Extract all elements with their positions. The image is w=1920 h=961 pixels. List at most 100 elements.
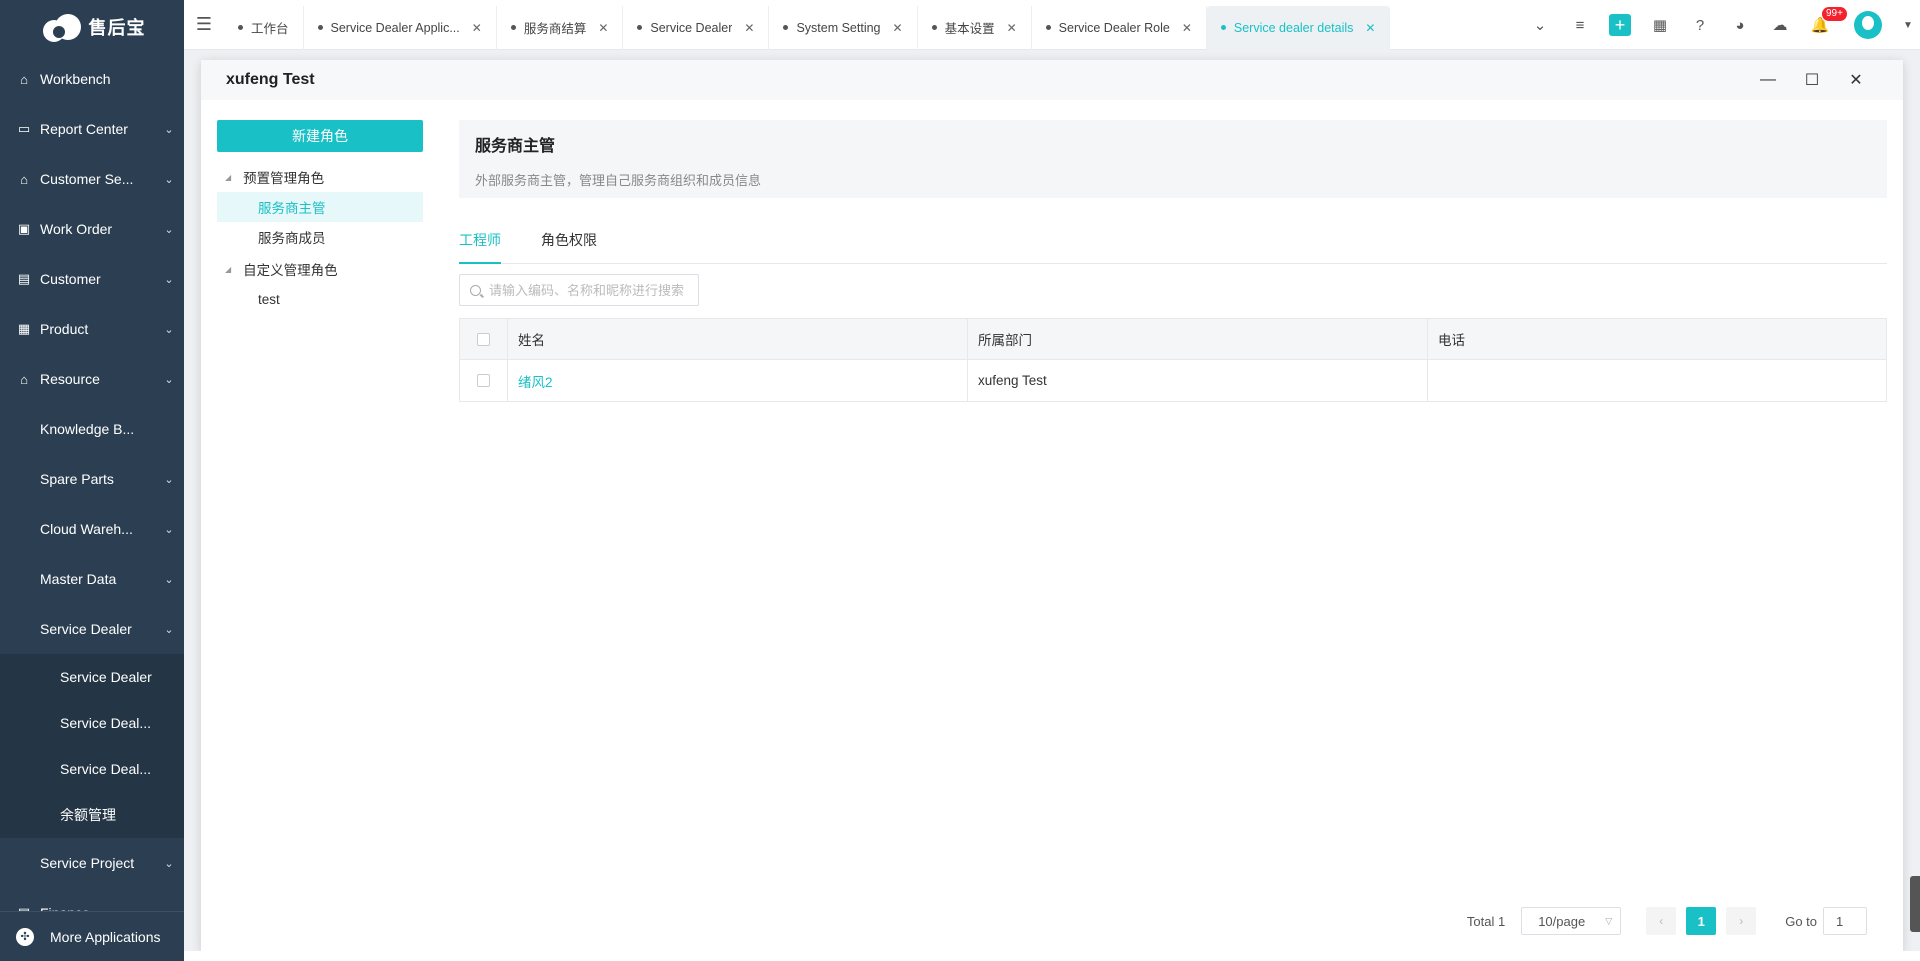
calendar-icon[interactable]: ▦ <box>1640 0 1680 50</box>
sidebar-item[interactable]: ▦ Product ⌄ <box>0 304 184 354</box>
sidebar-item-label: 余额管理 <box>60 807 116 823</box>
notification-bell-icon[interactable]: 🔔 99+ <box>1800 0 1847 50</box>
prev-page-button[interactable]: ‹ <box>1646 907 1677 935</box>
column-header-name: 姓名 <box>508 319 968 359</box>
sidebar-item[interactable]: ⌂ Resource ⌄ <box>0 354 184 404</box>
role-tab[interactable]: 角色权限 <box>541 220 597 263</box>
sidebar-item[interactable]: ▤ Customer ⌄ <box>0 254 184 304</box>
quick-create-button[interactable]: + <box>1600 0 1640 50</box>
tab-dot-icon <box>238 25 243 30</box>
product-box-icon: ▦ <box>17 321 31 336</box>
sidebar-item[interactable]: Spare Parts ⌄ <box>0 454 184 504</box>
sidebar-item[interactable]: Knowledge B... <box>0 404 184 454</box>
side-drawer-handle[interactable] <box>1910 876 1920 932</box>
more-applications-label: More Applications <box>50 928 161 945</box>
role-tabs: 工程师 角色权限 <box>459 220 1887 264</box>
next-page-button[interactable]: › <box>1726 907 1757 935</box>
clipboard-icon: ▣ <box>17 221 31 236</box>
sidebar-item[interactable]: Service Deal... <box>0 700 184 746</box>
page-number-button[interactable]: 1 <box>1686 907 1717 935</box>
sidebar-item-label: Resource <box>40 371 100 387</box>
page-tab[interactable]: 基本设置 ✕ <box>918 5 1032 50</box>
chevron-down-icon: ⌄ <box>164 373 174 386</box>
tab-label: 工作台 <box>251 22 289 36</box>
tree-group[interactable]: ◢ 预置管理角色 <box>217 162 423 192</box>
page-tab[interactable]: Service Dealer Role ✕ <box>1032 5 1207 50</box>
search-input[interactable] <box>488 282 688 298</box>
tab-close-icon[interactable]: ✕ <box>1365 21 1375 35</box>
top-actions: ⌄ ≡ + ▦ ? ◕ ☁ 🔔 99+ ▼ <box>1520 0 1920 50</box>
sidebar-item[interactable]: Cloud Wareh... ⌄ <box>0 504 184 554</box>
page-tab[interactable]: Service Dealer ✕ <box>623 5 770 50</box>
page-tab[interactable]: Service Dealer Applic... ✕ <box>304 5 497 50</box>
app-logo[interactable]: 售后宝 <box>0 0 184 54</box>
maximize-icon[interactable]: ☐ <box>1790 60 1834 100</box>
row-select-cell <box>460 360 508 401</box>
customer-service-avatar-icon[interactable]: ◕ <box>1720 0 1760 50</box>
search-icon <box>470 284 481 296</box>
sidebar-menu: ⌂ Workbench ▭ Report Center ⌄ ⌂ Customer Se...… <box>0 54 184 938</box>
sidebar-item[interactable]: Service Deal... <box>0 746 184 792</box>
sidebar-item[interactable]: Service Dealer ⌄ <box>0 604 184 654</box>
resource-home-icon: ⌂ <box>20 371 28 387</box>
pagination-total: Total 1 <box>1466 913 1506 929</box>
page-size-select[interactable]: 10/page ▽ <box>1521 907 1622 935</box>
apps-grid-icon: ✣ <box>16 927 34 946</box>
collapse-sidebar-icon[interactable]: ☰ <box>184 0 224 50</box>
goto-page-input[interactable]: 1 <box>1823 907 1867 935</box>
tree-expanded-icon: ◢ <box>225 264 232 274</box>
sidebar-item[interactable]: Service Dealer <box>0 654 184 700</box>
table-row: 绪风2 xufeng Test <box>460 360 1886 401</box>
menu-list-icon[interactable]: ≡ <box>1560 0 1600 50</box>
sidebar-item[interactable]: 余额管理 <box>0 792 184 838</box>
tab-label: Service Dealer Applic... <box>330 20 460 35</box>
chevron-down-icon: ⌄ <box>164 523 174 536</box>
chevron-down-icon: ⌄ <box>164 323 174 336</box>
sidebar-item[interactable]: Master Data ⌄ <box>0 554 184 604</box>
user-menu-chevron-icon[interactable]: ▼ <box>1896 0 1920 50</box>
sidebar-item[interactable]: ⌂ Workbench <box>0 54 184 104</box>
search-box[interactable] <box>459 274 699 306</box>
tab-close-icon[interactable]: ✕ <box>598 21 608 35</box>
chevron-down-icon: ⌄ <box>164 273 174 286</box>
help-icon[interactable]: ? <box>1680 0 1720 50</box>
tab-close-icon[interactable]: ✕ <box>744 21 754 35</box>
tree-role-item[interactable]: 服务商主管 <box>217 192 423 222</box>
sidebar-item[interactable]: ⌂ Customer Se... ⌄ <box>0 154 184 204</box>
tree-group[interactable]: ◢ 自定义管理角色 <box>217 254 423 284</box>
engineer-name-link[interactable]: 绪风2 <box>518 371 553 391</box>
tab-close-icon[interactable]: ✕ <box>1007 21 1017 35</box>
sidebar-item[interactable]: ▣ Work Order ⌄ <box>0 204 184 254</box>
tree-role-item[interactable]: test <box>217 284 423 314</box>
tree-role-item[interactable]: 服务商成员 <box>217 222 423 252</box>
tab-close-icon[interactable]: ✕ <box>472 21 482 35</box>
more-applications-button[interactable]: ✣ More Applications <box>0 911 184 961</box>
tab-label: 服务商结算 <box>523 22 587 36</box>
tab-close-icon[interactable]: ✕ <box>1182 21 1192 35</box>
user-avatar[interactable] <box>1840 0 1896 50</box>
role-info-card: 服务商主管 外部服务商主管，管理自己服务商组织和成员信息 <box>459 120 1887 198</box>
monitor-icon: ▭ <box>17 121 31 136</box>
sidebar-item-label: Service Dealer <box>40 621 132 637</box>
role-tab[interactable]: 工程师 <box>459 220 501 264</box>
page-tab[interactable]: Service dealer details ✕ <box>1206 5 1391 50</box>
row-checkbox[interactable] <box>477 374 490 387</box>
tab-close-icon[interactable]: ✕ <box>893 21 903 35</box>
chevron-down-icon: ⌄ <box>164 573 174 586</box>
tab-label: Service dealer details <box>1233 20 1354 35</box>
page-tab[interactable]: 服务商结算 ✕ <box>497 5 624 50</box>
minimize-icon[interactable]: — <box>1746 60 1790 100</box>
chevron-down-icon: ⌄ <box>164 473 174 486</box>
tab-label: System Setting <box>796 20 881 35</box>
select-all-checkbox[interactable] <box>477 332 490 346</box>
new-role-button[interactable]: 新建角色 <box>217 120 423 152</box>
service-dealer-details-modal: xufeng Test — ☐ ✕ 新建角色 ◢ 预置管理角色 服务商主管 服务商成员… <box>201 60 1903 951</box>
close-icon[interactable]: ✕ <box>1834 60 1878 100</box>
cloud-upload-icon[interactable]: ☁ <box>1760 0 1800 50</box>
sidebar-item[interactable]: Service Project ⌄ <box>0 838 184 888</box>
page-tab[interactable]: 工作台 <box>224 5 304 50</box>
cell-department: xufeng Test <box>968 360 1428 401</box>
tabs-dropdown-icon[interactable]: ⌄ <box>1520 0 1560 50</box>
page-tab[interactable]: System Setting ✕ <box>769 5 918 50</box>
sidebar-item[interactable]: ▭ Report Center ⌄ <box>0 104 184 154</box>
